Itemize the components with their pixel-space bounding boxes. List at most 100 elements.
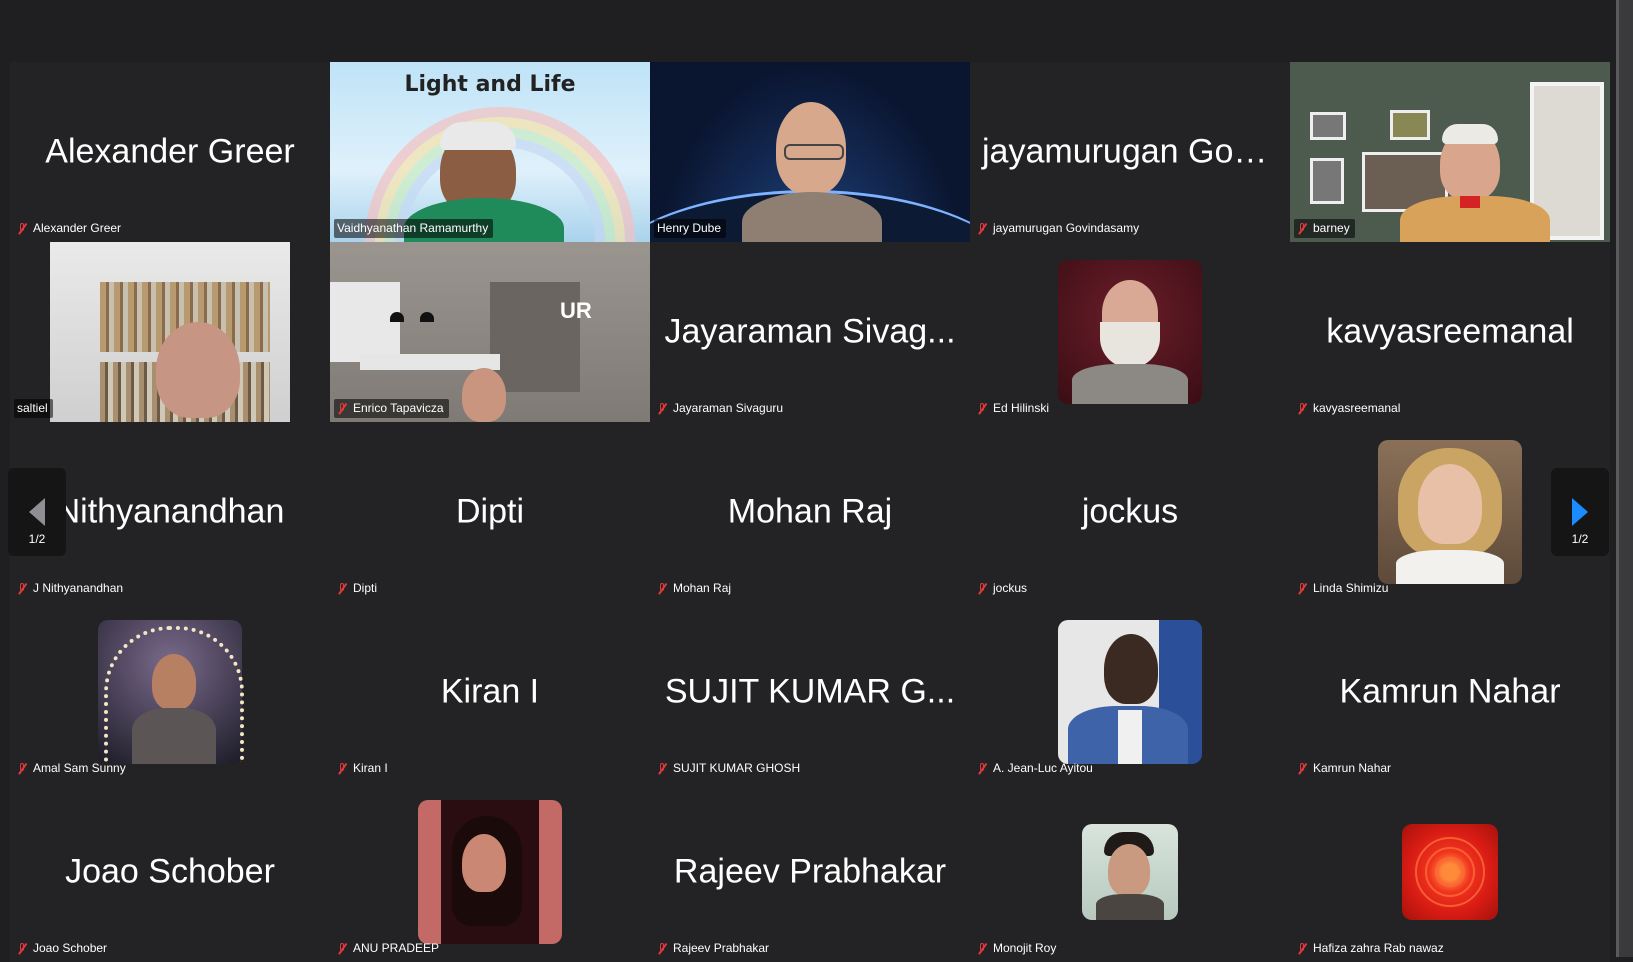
- participant-name-tag: barney: [1294, 219, 1355, 238]
- participant-name-tag: Dipti: [334, 579, 382, 598]
- participant-tile[interactable]: Rajeev Prabhakar Rajeev Prabhakar: [650, 782, 970, 962]
- participant-tile[interactable]: ANU PRADEEP: [330, 782, 650, 962]
- participant-name: Alexander Greer: [33, 221, 122, 235]
- participant-name: Kamrun Nahar: [1313, 761, 1392, 775]
- participant-tile[interactable]: Ed Hilinski: [970, 242, 1290, 422]
- participant-shirt: [132, 708, 216, 764]
- participant-display-name: Mohan Raj: [727, 492, 893, 531]
- mic-muted-icon: [17, 222, 27, 235]
- participant-display-name: kavyasreemanal: [1326, 312, 1574, 351]
- chevron-left-icon: [29, 498, 45, 526]
- mic-muted-icon: [337, 402, 347, 415]
- mic-muted-icon: [1297, 582, 1307, 595]
- wall-frame: [1390, 110, 1430, 140]
- participant-tile[interactable]: jockus jockus: [970, 422, 1290, 602]
- participant-tile[interactable]: barney: [1290, 62, 1610, 242]
- participant-tile[interactable]: Kiran I Kiran I: [330, 602, 650, 782]
- previous-page-button[interactable]: 1/2: [8, 468, 66, 556]
- participant-name: Mohan Raj: [673, 581, 732, 595]
- participant-shirt: [1096, 894, 1164, 920]
- participant-name: Ed Hilinski: [993, 401, 1050, 415]
- participant-display-name: Dipti: [455, 492, 525, 531]
- participant-display-name: Rajeev Prabhakar: [673, 852, 947, 891]
- profile-picture: [1378, 440, 1522, 584]
- participant-name-tag: Hafiza zahra Rab nawaz: [1294, 939, 1449, 958]
- participant-video: [1290, 62, 1610, 242]
- participant-tile[interactable]: Monojit Roy: [970, 782, 1290, 962]
- participant-tile[interactable]: Joao Schober Joao Schober: [10, 782, 330, 962]
- participant-figure: [462, 368, 506, 422]
- bow-tie: [1460, 196, 1480, 208]
- mic-muted-icon: [657, 402, 667, 415]
- participant-name-tag: ANU PRADEEP: [334, 939, 444, 958]
- participant-name-tag: Kamrun Nahar: [1294, 759, 1396, 778]
- mic-muted-icon: [657, 942, 667, 955]
- participant-display-name: jockus: [1081, 492, 1179, 531]
- room-logo: UR: [560, 298, 592, 323]
- participant-video: [650, 62, 970, 242]
- participant-name-tag: Mohan Raj: [654, 579, 736, 598]
- participant-tile[interactable]: Hafiza zahra Rab nawaz: [1290, 782, 1610, 962]
- participant-figure: [156, 322, 240, 418]
- mic-muted-icon: [657, 762, 667, 775]
- flower-image: [1415, 837, 1485, 907]
- mic-muted-icon: [1297, 222, 1307, 235]
- participant-name: Vaidhyanathan Ramamurthy: [337, 221, 489, 235]
- participant-name-tag: Rajeev Prabhakar: [654, 939, 774, 958]
- page-indicator: 1/2: [1571, 532, 1589, 546]
- participant-figure: [1108, 844, 1150, 896]
- mic-muted-icon: [337, 582, 347, 595]
- participant-tile[interactable]: Dipti Dipti: [330, 422, 650, 602]
- participant-tile[interactable]: Jayaraman Sivag... Jayaraman Sivaguru: [650, 242, 970, 422]
- gallery-grid: Alexander Greer Alexander Greer Light an…: [10, 62, 1610, 962]
- participant-name-tag: Jayaraman Sivaguru: [654, 399, 788, 418]
- participant-tile[interactable]: Mohan Raj Mohan Raj: [650, 422, 970, 602]
- participant-name: ANU PRADEEP: [353, 941, 440, 955]
- mic-muted-icon: [977, 942, 987, 955]
- participant-tile[interactable]: kavyasreemanal kavyasreemanal: [1290, 242, 1610, 422]
- participant-name-tag: Joao Schober: [14, 939, 112, 958]
- participant-glasses: [784, 144, 844, 160]
- participant-tile[interactable]: Light and Life Vaidhyanathan Ramamurthy: [330, 62, 650, 242]
- participant-figure: [1418, 464, 1482, 544]
- participant-tile[interactable]: Alexander Greer Alexander Greer: [10, 62, 330, 242]
- mic-muted-icon: [977, 222, 987, 235]
- participant-video: UR: [330, 242, 650, 422]
- participant-tile[interactable]: jayamurugan Govi... jayamurugan Govindas…: [970, 62, 1290, 242]
- participant-name: kavyasreemanal: [1313, 401, 1401, 415]
- mic-muted-icon: [337, 942, 347, 955]
- participant-name-tag: Ed Hilinski: [974, 399, 1054, 418]
- mic-muted-icon: [977, 762, 987, 775]
- participant-name: Monojit Roy: [993, 941, 1057, 955]
- participant-name-tag: Alexander Greer: [14, 219, 126, 238]
- participant-name-tag: saltiel: [14, 399, 53, 418]
- participant-tile[interactable]: saltiel: [10, 242, 330, 422]
- participant-name: Rajeev Prabhakar: [673, 941, 770, 955]
- participant-name: Amal Sam Sunny: [33, 761, 126, 775]
- participant-tile[interactable]: Amal Sam Sunny: [10, 602, 330, 782]
- page-indicator: 1/2: [28, 532, 46, 546]
- participant-tile[interactable]: A. Jean-Luc Ayitou: [970, 602, 1290, 782]
- participant-name: Hafiza zahra Rab nawaz: [1313, 941, 1444, 955]
- participant-name: barney: [1313, 221, 1350, 235]
- participant-tile[interactable]: UR Enrico Tapavicza: [330, 242, 650, 422]
- participant-name-tag: A. Jean-Luc Ayitou: [974, 759, 1098, 778]
- virtual-background-text: Light and Life: [404, 72, 576, 97]
- participant-hair: [440, 122, 516, 150]
- pendant-lamp: [390, 312, 404, 322]
- participant-name: Kiran I: [353, 761, 388, 775]
- profile-picture: [98, 620, 244, 764]
- participant-tile[interactable]: Kamrun Nahar Kamrun Nahar: [1290, 602, 1610, 782]
- next-page-button[interactable]: 1/2: [1551, 468, 1609, 556]
- participant-tile[interactable]: SUJIT KUMAR G... SUJIT KUMAR GHOSH: [650, 602, 970, 782]
- participant-video: Light and Life: [330, 62, 650, 242]
- participant-display-name: Jayaraman Sivag...: [664, 312, 956, 351]
- participant-name: Linda Shimizu: [1313, 581, 1389, 595]
- mic-muted-icon: [337, 762, 347, 775]
- mic-muted-icon: [657, 582, 667, 595]
- participant-tile-active-speaker[interactable]: Henry Dube: [650, 62, 970, 242]
- profile-picture: [1058, 620, 1202, 764]
- participant-name-tag: Henry Dube: [654, 219, 727, 238]
- profile-picture: [418, 800, 562, 944]
- profile-picture: [1082, 824, 1178, 920]
